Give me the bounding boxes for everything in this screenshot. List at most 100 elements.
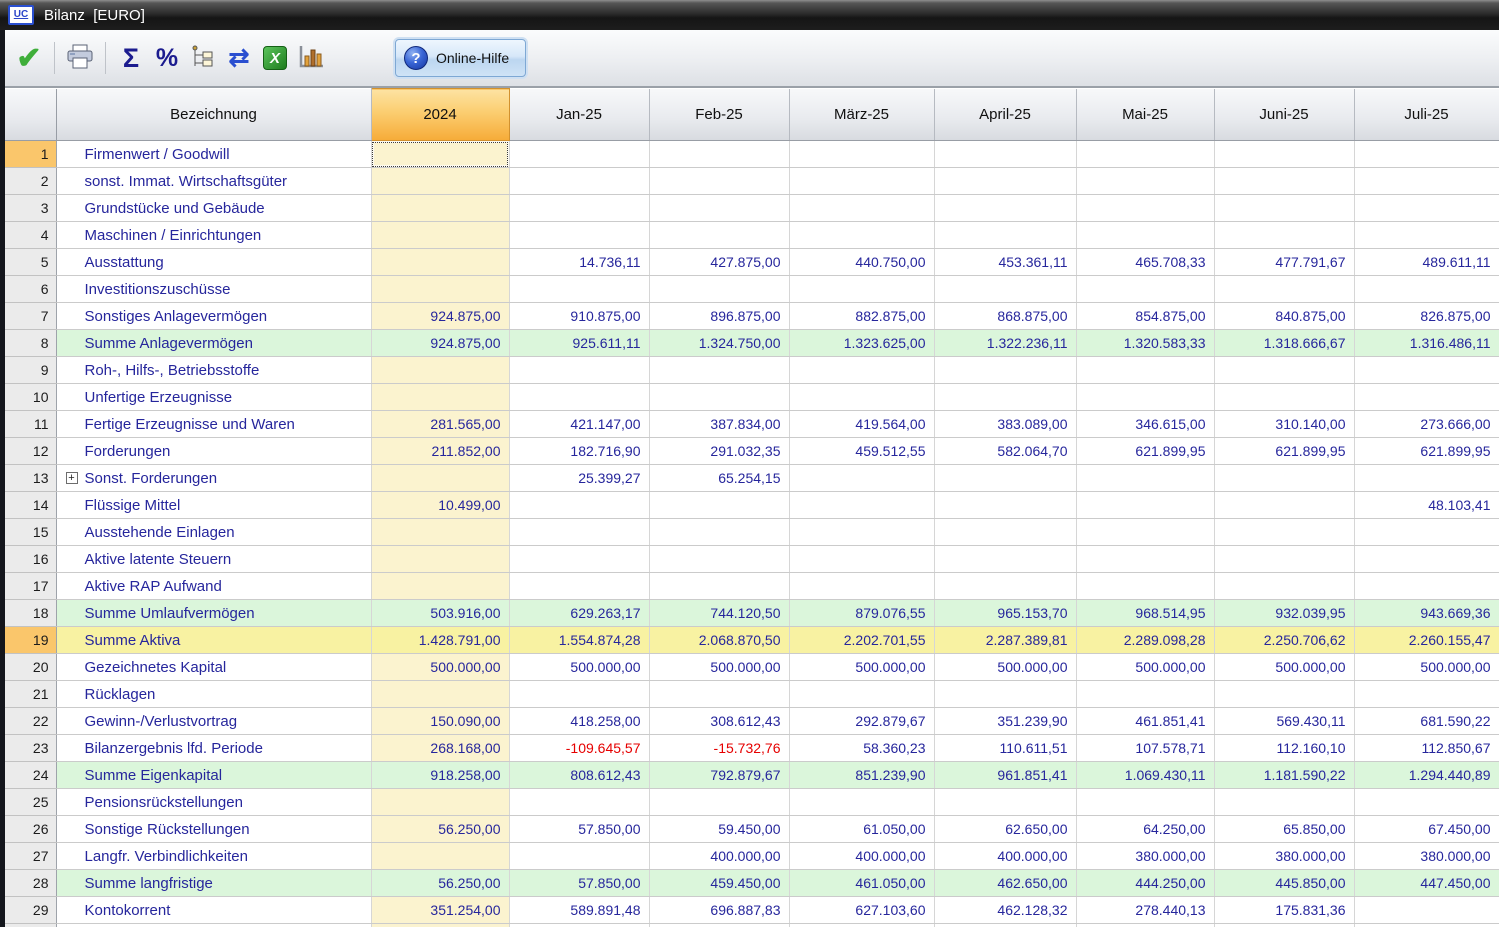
value-cell[interactable]: 418.258,00: [509, 708, 649, 735]
row-number-cell[interactable]: 26: [5, 816, 56, 843]
value-cell[interactable]: 629.263,17: [509, 600, 649, 627]
value-cell[interactable]: 67.450,00: [1354, 816, 1499, 843]
row-number-cell[interactable]: 4: [5, 222, 56, 249]
value-cell[interactable]: [371, 357, 509, 384]
value-cell[interactable]: 292.879,67: [789, 708, 934, 735]
value-cell[interactable]: [649, 168, 789, 195]
value-cell[interactable]: [1354, 357, 1499, 384]
value-cell[interactable]: 346.615,00: [1076, 411, 1214, 438]
value-cell[interactable]: [934, 195, 1076, 222]
value-cell[interactable]: 621.899,95: [1214, 438, 1354, 465]
value-cell[interactable]: 400.000,00: [934, 843, 1076, 870]
row-number-cell[interactable]: 16: [5, 546, 56, 573]
value-cell[interactable]: 453.361,11: [934, 249, 1076, 276]
row-number-cell[interactable]: 11: [5, 411, 56, 438]
value-cell[interactable]: [1354, 573, 1499, 600]
value-cell[interactable]: [934, 384, 1076, 411]
row-number-cell[interactable]: 20: [5, 654, 56, 681]
value-cell[interactable]: 589.891,48: [509, 897, 649, 924]
row-number-cell[interactable]: 24: [5, 762, 56, 789]
sum-button[interactable]: Σ: [113, 38, 149, 78]
value-cell[interactable]: [649, 924, 789, 928]
value-cell[interactable]: [649, 519, 789, 546]
value-cell[interactable]: 281.565,00: [371, 411, 509, 438]
row-number-cell[interactable]: 5: [5, 249, 56, 276]
row-number-cell[interactable]: 17: [5, 573, 56, 600]
print-button[interactable]: [62, 38, 98, 78]
value-cell[interactable]: [934, 789, 1076, 816]
value-cell[interactable]: 1.320.583,33: [1076, 330, 1214, 357]
row-label-cell[interactable]: Flüssige Mittel: [56, 492, 371, 519]
value-cell[interactable]: [789, 276, 934, 303]
value-cell[interactable]: 961.851,41: [934, 762, 1076, 789]
value-cell[interactable]: 461.050,00: [789, 870, 934, 897]
value-cell[interactable]: [789, 168, 934, 195]
value-cell[interactable]: [509, 681, 649, 708]
column-header[interactable]: Juni-25: [1214, 89, 1354, 141]
value-cell[interactable]: 925.611,11: [509, 330, 649, 357]
value-cell[interactable]: 400.000,00: [789, 843, 934, 870]
hierarchy-button[interactable]: [185, 38, 221, 78]
row-number-cell[interactable]: 28: [5, 870, 56, 897]
row-number-cell[interactable]: 3: [5, 195, 56, 222]
row-label-cell[interactable]: Roh-, Hilfs-, Betriebsstoffe: [56, 357, 371, 384]
value-cell[interactable]: [934, 222, 1076, 249]
value-cell[interactable]: [934, 168, 1076, 195]
column-header[interactable]: April-25: [934, 89, 1076, 141]
value-cell[interactable]: 58.360,23: [789, 735, 934, 762]
value-cell[interactable]: 461.851,41: [1076, 708, 1214, 735]
value-cell[interactable]: [371, 681, 509, 708]
value-cell[interactable]: -109.645,57: [509, 735, 649, 762]
value-cell[interactable]: [1214, 357, 1354, 384]
value-cell[interactable]: 57.850,00: [509, 816, 649, 843]
value-cell[interactable]: [934, 924, 1076, 928]
value-cell[interactable]: 681.590,22: [1354, 708, 1499, 735]
column-header[interactable]: Mai-25: [1076, 89, 1214, 141]
value-cell[interactable]: 107.578,71: [1076, 735, 1214, 762]
value-cell[interactable]: [371, 465, 509, 492]
row-label-cell[interactable]: Maschinen / Einrichtungen: [56, 222, 371, 249]
value-cell[interactable]: 1.324.750,00: [649, 330, 789, 357]
value-cell[interactable]: 879.076,55: [789, 600, 934, 627]
value-cell[interactable]: [509, 141, 649, 168]
value-cell[interactable]: [649, 141, 789, 168]
value-cell[interactable]: [649, 195, 789, 222]
value-cell[interactable]: [1354, 195, 1499, 222]
row-label-cell[interactable]: Summe Anlagevermögen: [56, 330, 371, 357]
value-cell[interactable]: [371, 924, 509, 928]
value-cell[interactable]: 968.514,95: [1076, 600, 1214, 627]
value-cell[interactable]: [789, 222, 934, 249]
value-cell[interactable]: 273.666,00: [1354, 411, 1499, 438]
value-cell[interactable]: 65.254,15: [649, 465, 789, 492]
value-cell[interactable]: [1076, 519, 1214, 546]
value-cell[interactable]: 500.000,00: [1354, 654, 1499, 681]
value-cell[interactable]: [649, 789, 789, 816]
value-cell[interactable]: 459.512,55: [789, 438, 934, 465]
value-cell[interactable]: 112.160,10: [1214, 735, 1354, 762]
row-label-cell[interactable]: Bilanzergebnis lfd. Periode: [56, 735, 371, 762]
value-cell[interactable]: [509, 519, 649, 546]
value-cell[interactable]: 459.450,00: [649, 870, 789, 897]
value-cell[interactable]: [1214, 141, 1354, 168]
value-cell[interactable]: 59.450,00: [649, 816, 789, 843]
value-cell[interactable]: [934, 519, 1076, 546]
row-number-cell[interactable]: 15: [5, 519, 56, 546]
value-cell[interactable]: 62.650,00: [934, 816, 1076, 843]
value-cell[interactable]: 1.069.430,11: [1076, 762, 1214, 789]
value-cell[interactable]: 696.887,83: [649, 897, 789, 924]
row-number-cell[interactable]: 19: [5, 627, 56, 654]
value-cell[interactable]: [1214, 168, 1354, 195]
value-cell[interactable]: [509, 384, 649, 411]
value-cell[interactable]: [1214, 276, 1354, 303]
value-cell[interactable]: 278.440,13: [1076, 897, 1214, 924]
value-cell[interactable]: [789, 789, 934, 816]
online-help-button[interactable]: ? Online-Hilfe: [395, 39, 526, 77]
row-label-cell[interactable]: Summe langfristige: [56, 870, 371, 897]
value-cell[interactable]: 500.000,00: [789, 654, 934, 681]
value-cell[interactable]: [789, 195, 934, 222]
value-cell[interactable]: [649, 492, 789, 519]
value-cell[interactable]: 744.120,50: [649, 600, 789, 627]
value-cell[interactable]: 48.103,41: [1354, 492, 1499, 519]
value-cell[interactable]: [1214, 384, 1354, 411]
value-cell[interactable]: 489.611,11: [1354, 249, 1499, 276]
